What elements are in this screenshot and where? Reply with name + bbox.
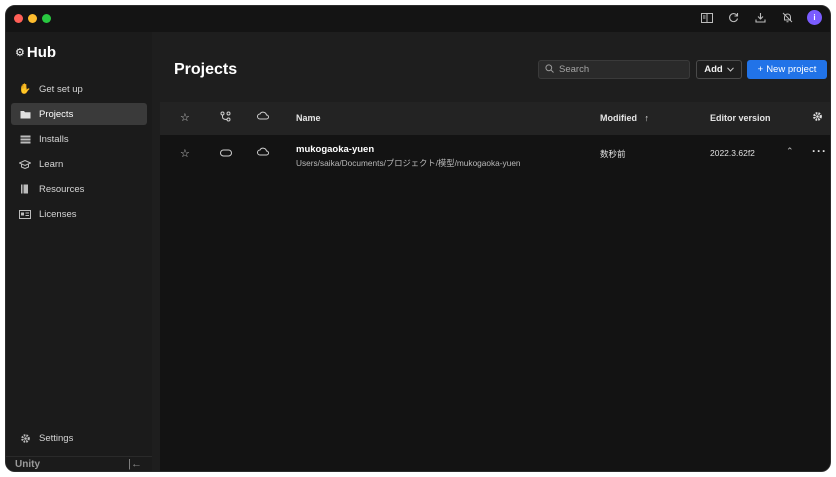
sidebar-item-label: Get set up [39, 83, 83, 95]
waving-hand-icon: ✋ [18, 83, 32, 95]
column-header-name[interactable]: Name [296, 113, 321, 123]
sidebar-item-label: Resources [39, 183, 85, 195]
add-button-label: Add [704, 64, 723, 75]
sidebar-item-projects[interactable]: Projects [11, 103, 147, 125]
maximize-window-button[interactable] [42, 14, 51, 23]
window-controls [14, 14, 51, 23]
sidebar: ⚙ Hub ✋ Get set up Projects Installs Lea… [6, 32, 152, 471]
hub-logo: ⚙ Hub [15, 44, 56, 61]
refresh-icon[interactable] [726, 10, 741, 25]
unity-hub-window: i ⚙ Hub ✋ Get set up Projects Installs L… [5, 5, 831, 472]
download-icon[interactable] [753, 10, 768, 25]
close-window-button[interactable] [14, 14, 23, 23]
page-title: Projects [174, 61, 238, 78]
sidebar-nav: ✋ Get set up Projects Installs Learn Res… [11, 78, 147, 228]
sidebar-item-get-set-up[interactable]: ✋ Get set up [11, 78, 147, 100]
project-path: Users/saika/Documents/プロジェクト/模型/mukogaok… [296, 158, 521, 168]
gear-icon[interactable] [812, 111, 823, 125]
project-name[interactable]: mukogaoka-yuen [296, 144, 374, 155]
title-bar-actions: i [699, 10, 822, 25]
more-options-icon[interactable]: ··· [812, 144, 827, 158]
unity-cube-icon: ⚙ [15, 47, 25, 59]
main-content: Projects Add + New project ☆ [152, 32, 830, 471]
sidebar-item-label: Licenses [39, 208, 77, 220]
book-icon [19, 184, 31, 194]
project-modified: 数秒前 [600, 149, 626, 159]
sidebar-item-learn[interactable]: Learn [11, 153, 147, 175]
sidebar-settings: Settings [11, 427, 147, 452]
layout-icon[interactable] [699, 10, 714, 25]
new-project-label: New project [766, 64, 817, 75]
plus-icon: + [757, 64, 764, 75]
title-bar: i [6, 6, 830, 32]
list-icon [19, 135, 31, 144]
settings-label: Settings [39, 432, 74, 444]
sidebar-item-label: Projects [39, 108, 74, 120]
collapse-sidebar-icon[interactable]: |← [128, 458, 142, 470]
bell-off-icon[interactable] [780, 10, 795, 25]
minimize-window-button[interactable] [28, 14, 37, 23]
version-select-icon[interactable]: ⌃ [786, 146, 794, 157]
add-button[interactable]: Add [696, 60, 742, 79]
graduation-cap-icon [19, 159, 31, 169]
sidebar-item-resources[interactable]: Resources [11, 178, 147, 200]
column-header-modified-label: Modified [600, 113, 637, 123]
search-input[interactable] [559, 64, 679, 75]
folder-icon [19, 110, 31, 119]
cloud-icon[interactable] [257, 111, 269, 123]
project-editor-version[interactable]: 2022.3.62f2 [710, 148, 755, 158]
search-icon [545, 64, 554, 75]
license-icon [19, 209, 31, 219]
star-icon[interactable]: ☆ [180, 111, 190, 124]
sidebar-footer: Unity |← [6, 456, 152, 471]
cloud-icon[interactable] [257, 147, 269, 159]
table-header: ☆ Name Modified ↑ Editor version [160, 102, 830, 135]
projects-table: ☆ Name Modified ↑ Editor version ☆ mukog… [160, 102, 830, 471]
sidebar-item-installs[interactable]: Installs [11, 128, 147, 150]
search-box[interactable] [538, 60, 690, 79]
branch-icon[interactable] [220, 111, 231, 125]
settings-button[interactable]: Settings [11, 427, 147, 449]
column-header-editor-version[interactable]: Editor version [710, 113, 771, 123]
avatar[interactable]: i [807, 10, 822, 25]
favorite-star-icon[interactable]: ☆ [180, 147, 190, 160]
chevron-down-icon [726, 65, 734, 74]
hub-logo-text: Hub [26, 44, 57, 61]
table-row[interactable]: ☆ mukogaoka-yuen Users/saika/Documents/プ… [160, 136, 830, 174]
sort-ascending-icon: ↑ [644, 113, 650, 123]
sidebar-item-label: Installs [39, 133, 69, 145]
unity-label: Unity [15, 459, 40, 470]
new-project-button[interactable]: + New project [747, 60, 827, 79]
link-icon[interactable] [220, 148, 232, 160]
sidebar-item-label: Learn [39, 158, 64, 170]
column-header-modified[interactable]: Modified ↑ [600, 113, 649, 123]
sidebar-item-licenses[interactable]: Licenses [11, 203, 147, 225]
gear-icon [19, 433, 31, 444]
